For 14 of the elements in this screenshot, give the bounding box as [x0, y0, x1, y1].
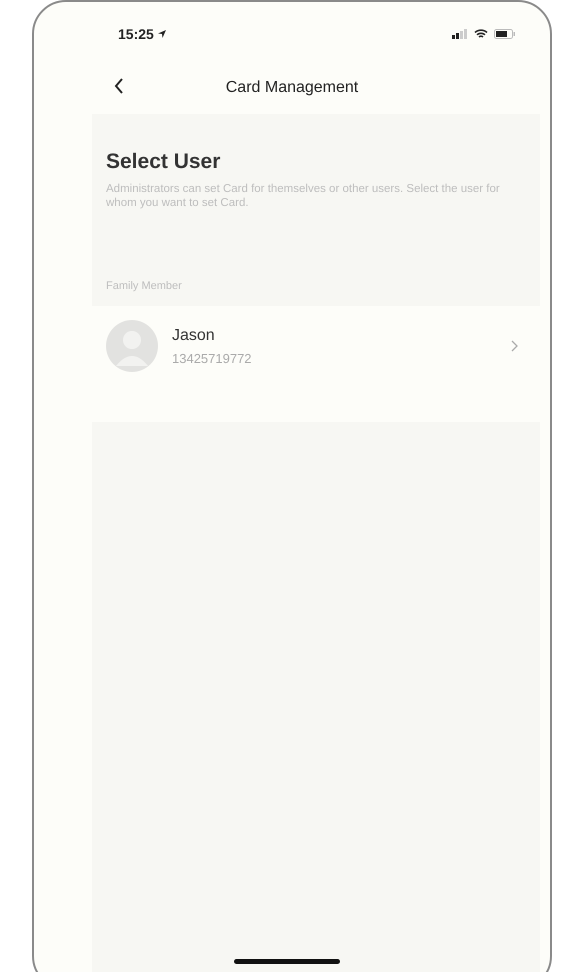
page-heading: Select User	[106, 150, 222, 174]
user-name: Jason	[172, 326, 216, 344]
back-chevron-icon	[114, 78, 124, 94]
signal-icon	[452, 29, 468, 39]
chevron-right-icon	[511, 340, 518, 352]
location-arrow-icon	[156, 29, 167, 39]
section-label: Family Member	[106, 280, 183, 292]
nav-title: Card Management	[226, 79, 358, 97]
wifi-icon	[474, 29, 488, 39]
user-phone: 13425719772	[172, 350, 253, 366]
avatar-icon	[106, 320, 158, 372]
status-time: 15:25	[118, 26, 167, 42]
battery-icon	[494, 29, 516, 39]
page-description: Administrators can set Card for themselves or other users. Select the user for whom you want to set Card.	[106, 182, 501, 210]
